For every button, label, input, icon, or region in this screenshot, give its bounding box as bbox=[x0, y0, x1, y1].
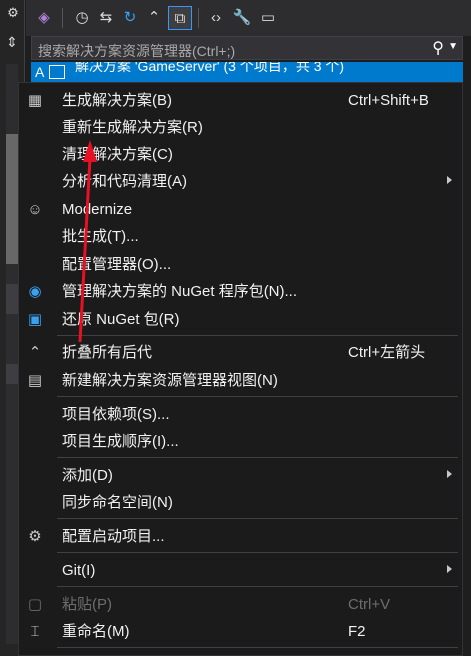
solution-icon bbox=[49, 65, 65, 79]
menu-item-paste: ▢ 粘贴(P) Ctrl+V bbox=[19, 591, 462, 618]
menu-item-configuration-manager[interactable]: 配置管理器(O)... bbox=[19, 251, 462, 278]
search-icon[interactable]: ⚲ bbox=[432, 38, 444, 58]
menu-item-clean-solution[interactable]: 清理解决方案(C) bbox=[19, 141, 462, 168]
menu-item-analyze[interactable]: 分析和代码清理(A) bbox=[19, 168, 462, 195]
menu-item-build-order[interactable]: 项目生成顺序(I)... bbox=[19, 428, 462, 455]
menu-item-manage-nuget[interactable]: ◉ 管理解决方案的 NuGet 程序包(N)... bbox=[19, 278, 462, 305]
menu-separator bbox=[57, 552, 458, 553]
solution-label: 解决方案 'GameServer' (3 个项目，共 3 个) bbox=[75, 62, 345, 74]
menu-item-label: 管理解决方案的 NuGet 程序包(N)... bbox=[62, 283, 298, 300]
build-icon: ▦ bbox=[27, 92, 43, 109]
collapse-icon[interactable]: ⌃ bbox=[142, 6, 166, 30]
menu-item-shortcut: Ctrl+左箭头 bbox=[348, 344, 426, 361]
menu-item-configure-startup[interactable]: ⚙ 配置启动项目... bbox=[19, 523, 462, 550]
menu-item-label: 清理解决方案(C) bbox=[62, 146, 173, 163]
solution-node[interactable]: A 解决方案 'GameServer' (3 个项目，共 3 个) bbox=[31, 62, 463, 82]
menu-separator bbox=[57, 518, 458, 519]
menu-item-label: 添加(D) bbox=[62, 467, 113, 484]
rename-icon: ⌶ bbox=[30, 623, 40, 640]
nuget-icon: ◉ bbox=[28, 283, 42, 300]
submenu-arrow-icon bbox=[447, 176, 452, 184]
menu-item-add[interactable]: 添加(D) bbox=[19, 462, 462, 489]
menu-item-project-dependencies[interactable]: 项目依赖项(S)... bbox=[19, 401, 462, 428]
toolbar-separator bbox=[198, 8, 199, 28]
menu-item-batch-build[interactable]: 批生成(T)... bbox=[19, 223, 462, 250]
menu-item-label: 重新生成解决方案(R) bbox=[62, 119, 203, 136]
menu-item-label: 新建解决方案资源管理器视图(N) bbox=[62, 372, 278, 389]
search-box[interactable]: 搜索解决方案资源管理器(Ctrl+;) ⚲ ▼ bbox=[31, 36, 463, 60]
menu-item-label: 分析和代码清理(A) bbox=[62, 173, 187, 190]
menu-item-label: 还原 NuGet 包(R) bbox=[62, 311, 180, 328]
menu-item-rename[interactable]: ⌶ 重命名(M) F2 bbox=[19, 618, 462, 645]
collapse-all-icon: ⌃ bbox=[28, 344, 42, 361]
submenu-arrow-icon bbox=[447, 565, 452, 573]
scrollbar-marker bbox=[6, 284, 18, 314]
menu-separator bbox=[57, 396, 458, 397]
menu-item-modernize[interactable]: ☺ Modernize bbox=[19, 196, 462, 223]
menu-item-label: 批生成(T)... bbox=[62, 228, 139, 245]
menu-separator bbox=[57, 457, 458, 458]
menu-item-label: 粘贴(P) bbox=[62, 596, 112, 613]
scrollbar-marker bbox=[6, 364, 18, 384]
menu-item-sync-namespaces[interactable]: 同步命名空间(N) bbox=[19, 489, 462, 516]
vs-icon[interactable]: ◈ bbox=[32, 6, 56, 30]
menu-item-label: 生成解决方案(B) bbox=[62, 92, 172, 109]
copilot-icon: ☺ bbox=[27, 201, 43, 218]
menu-item-label: 重命名(M) bbox=[62, 623, 130, 640]
copy-icon[interactable]: ⧉ bbox=[168, 6, 192, 30]
preview-icon[interactable]: ▭ bbox=[256, 6, 280, 30]
menu-item-shortcut: Ctrl+Shift+B bbox=[348, 92, 429, 109]
sync-icon[interactable]: ⇆ bbox=[94, 6, 118, 30]
chevron-down-icon[interactable]: ▼ bbox=[448, 41, 458, 52]
menu-item-label: Git(I) bbox=[62, 562, 96, 579]
menu-separator bbox=[57, 647, 458, 648]
vertical-scrollbar[interactable] bbox=[6, 64, 18, 644]
menu-separator bbox=[57, 586, 458, 587]
menu-item-label: 折叠所有后代 bbox=[62, 344, 153, 361]
menu-item-new-view[interactable]: ▤ 新建解决方案资源管理器视图(N) bbox=[19, 367, 462, 394]
menu-separator bbox=[57, 335, 458, 336]
search-placeholder: 搜索解决方案资源管理器(Ctrl+;) bbox=[38, 43, 236, 59]
menu-item-label: 配置启动项目... bbox=[62, 528, 165, 545]
settings-icon: ⚙ bbox=[28, 528, 42, 545]
menu-item-git[interactable]: Git(I) bbox=[19, 557, 462, 584]
split-icon[interactable]: ⇕ bbox=[4, 34, 20, 50]
submenu-arrow-icon bbox=[447, 470, 452, 478]
wrench-icon[interactable]: 🔧 bbox=[230, 6, 254, 30]
refresh-icon[interactable]: ↻ bbox=[118, 6, 142, 30]
paste-icon: ▢ bbox=[27, 596, 43, 613]
menu-item-restore-nuget[interactable]: ▣ 还原 NuGet 包(R) bbox=[19, 306, 462, 333]
menu-item-rebuild-solution[interactable]: 重新生成解决方案(R) bbox=[19, 114, 462, 141]
solution-prefix: A bbox=[35, 64, 45, 80]
new-view-icon: ▤ bbox=[27, 372, 43, 389]
gear-icon[interactable]: ⚙ bbox=[6, 6, 20, 20]
scrollbar-thumb[interactable] bbox=[6, 134, 18, 264]
menu-item-collapse-all[interactable]: ⌃ 折叠所有后代 Ctrl+左箭头 bbox=[19, 339, 462, 366]
code-icon[interactable]: ‹› bbox=[204, 6, 228, 30]
menu-item-build-solution[interactable]: ▦ 生成解决方案(B) Ctrl+Shift+B bbox=[19, 87, 462, 114]
toolbar-separator bbox=[62, 8, 63, 28]
menu-item-shortcut: F2 bbox=[348, 623, 366, 640]
solution-explorer-toolbar: ◈ ◷ ⇆ ↻ ⌃ ⧉ ‹› 🔧 ▭ bbox=[26, 0, 471, 36]
context-menu: ▦ 生成解决方案(B) Ctrl+Shift+B 重新生成解决方案(R) 清理解… bbox=[18, 82, 463, 656]
menu-item-label: 同步命名空间(N) bbox=[62, 494, 173, 511]
menu-item-label: 项目依赖项(S)... bbox=[62, 406, 170, 423]
restore-icon: ▣ bbox=[27, 311, 43, 328]
history-icon[interactable]: ◷ bbox=[70, 6, 94, 30]
menu-item-label: Modernize bbox=[62, 201, 133, 218]
menu-item-label: 配置管理器(O)... bbox=[62, 256, 172, 273]
menu-item-label: 项目生成顺序(I)... bbox=[62, 433, 179, 450]
menu-item-shortcut: Ctrl+V bbox=[348, 596, 391, 613]
